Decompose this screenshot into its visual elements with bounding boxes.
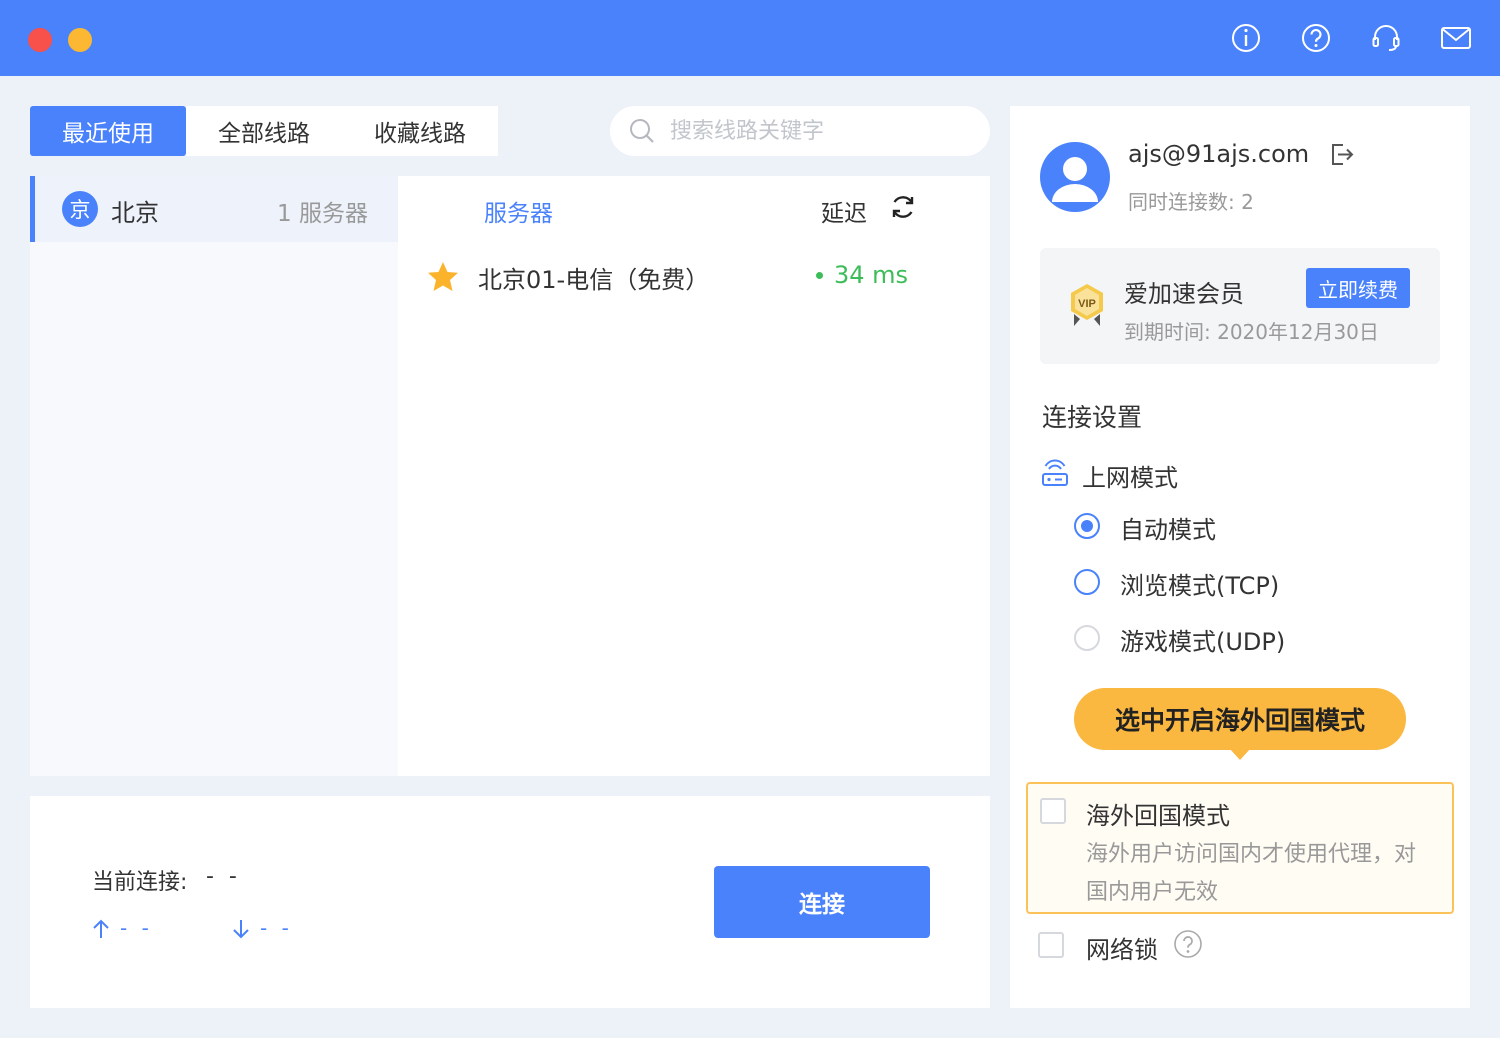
connection-panel: 当前连接: - - - - - - 连接 (30, 796, 990, 1008)
current-connection-value: - - (206, 864, 241, 889)
overseas-mode-option[interactable]: 海外回国模式 海外用户访问国内才使用代理，对国内用户无效 (1026, 782, 1454, 914)
server-row[interactable]: 北京01-电信（免费） 34 ms (398, 242, 990, 308)
network-lock-label: 网络锁 (1086, 936, 1158, 964)
mail-icon[interactable] (1438, 20, 1474, 56)
region-badge: 京 (62, 191, 98, 227)
mode-label-auto: 自动模式 (1120, 516, 1216, 544)
route-list-panel: 京 北京 1 服务器 服务器 延迟 北京01-电信（免费） 34 ms (30, 176, 990, 776)
search-input[interactable] (670, 118, 970, 144)
download-value: - - (260, 916, 293, 940)
tab-favorites[interactable]: 收藏线路 (342, 106, 498, 156)
radio-udp[interactable] (1074, 625, 1100, 651)
help-icon[interactable] (1298, 20, 1334, 56)
account-email: ajs@91ajs.com (1128, 140, 1310, 168)
network-lock-checkbox[interactable] (1038, 932, 1064, 958)
logout-icon[interactable] (1326, 139, 1356, 169)
svg-text:VIP: VIP (1078, 298, 1096, 310)
mode-label-udp: 游戏模式(UDP) (1120, 628, 1286, 656)
upload-arrow-icon (90, 918, 112, 940)
network-mode-title: 上网模式 (1082, 464, 1178, 492)
mode-option-tcp[interactable]: 浏览模式(TCP) (1072, 562, 1432, 602)
info-icon[interactable] (1228, 20, 1264, 56)
server-latency: 34 ms (834, 261, 909, 289)
search-icon (630, 119, 654, 143)
tooltip-pointer (1229, 748, 1251, 760)
region-server-count: 1 服务器 (277, 201, 368, 227)
title-bar (0, 0, 1500, 76)
overseas-mode-tooltip: 选中开启海外回国模式 (1074, 688, 1406, 750)
mode-label-tcp: 浏览模式(TCP) (1120, 572, 1280, 600)
latency-status-dot (816, 272, 823, 279)
close-window-button[interactable] (28, 28, 52, 52)
question-icon[interactable] (1172, 928, 1204, 960)
vip-expiry: 到期时间: 2020年12月30日 (1124, 320, 1379, 344)
current-connection-label: 当前连接: (92, 870, 188, 895)
mode-option-auto[interactable]: 自动模式 (1072, 506, 1432, 546)
concurrent-connections: 同时连接数: 2 (1128, 190, 1254, 214)
overseas-mode-description: 海外用户访问国内才使用代理，对国内用户无效 (1086, 842, 1417, 905)
minimize-window-button[interactable] (68, 28, 92, 52)
favorite-star-icon[interactable] (426, 260, 460, 294)
region-column: 京 北京 1 服务器 (30, 176, 398, 776)
region-name: 北京 (111, 199, 159, 227)
overseas-mode-title: 海外回国模式 (1086, 802, 1230, 830)
download-arrow-icon (230, 918, 252, 940)
server-column-header: 服务器 (484, 201, 553, 227)
server-name: 北京01-电信（免费） (478, 266, 710, 294)
search-box (610, 106, 990, 156)
region-item-beijing[interactable]: 京 北京 1 服务器 (30, 176, 398, 242)
network-lock-option[interactable]: 网络锁 (1038, 926, 1338, 966)
vip-badge-icon: VIP (1068, 282, 1106, 328)
avatar (1040, 142, 1110, 212)
tab-all-routes[interactable]: 全部线路 (186, 106, 342, 156)
overseas-mode-checkbox[interactable] (1040, 798, 1066, 824)
connect-button[interactable]: 连接 (714, 866, 930, 938)
connection-settings-title: 连接设置 (1042, 403, 1143, 432)
vip-title: 爱加速会员 (1124, 280, 1244, 308)
mode-option-udp[interactable]: 游戏模式(UDP) (1072, 618, 1432, 658)
refresh-icon[interactable] (888, 192, 918, 222)
radio-auto[interactable] (1074, 513, 1100, 539)
tab-recent[interactable]: 最近使用 (30, 106, 186, 156)
renew-button[interactable]: 立即续费 (1306, 268, 1410, 308)
radio-tcp[interactable] (1074, 569, 1100, 595)
account-settings-panel: ajs@91ajs.com 同时连接数: 2 VIP 爱加速会员 立即续费 到期… (1010, 106, 1470, 1008)
headset-icon[interactable] (1368, 20, 1404, 56)
vip-card: VIP 爱加速会员 立即续费 到期时间: 2020年12月30日 (1040, 248, 1440, 364)
latency-column-header: 延迟 (821, 201, 867, 227)
router-icon (1040, 458, 1070, 488)
upload-value: - - (120, 916, 153, 940)
